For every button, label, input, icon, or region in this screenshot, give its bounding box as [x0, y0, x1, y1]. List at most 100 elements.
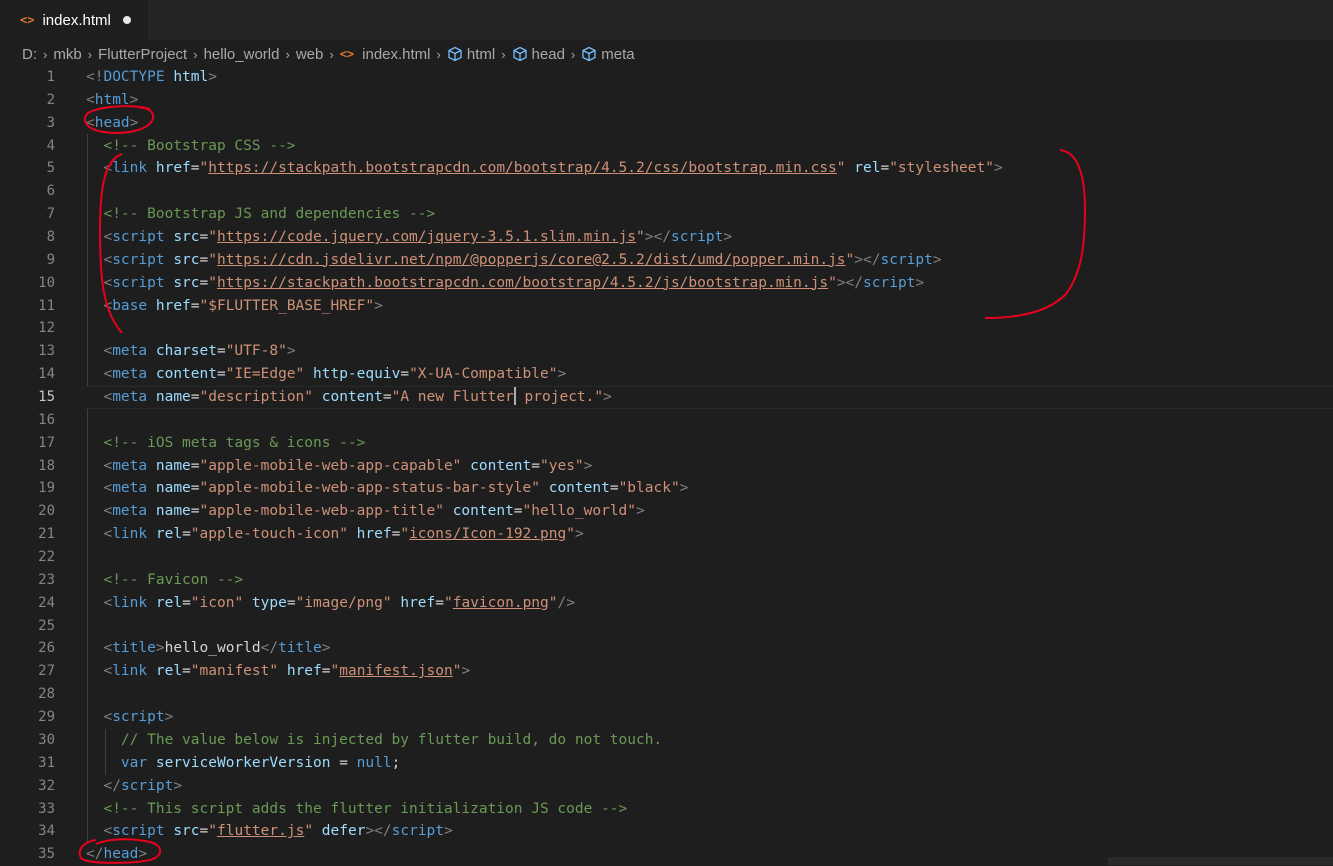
- line-number[interactable]: 4: [0, 135, 70, 158]
- horizontal-scrollbar[interactable]: [1108, 857, 1333, 865]
- line-number[interactable]: 12: [0, 317, 70, 340]
- line-number[interactable]: 14: [0, 363, 70, 386]
- line-number[interactable]: 23: [0, 569, 70, 592]
- breadcrumb-item-hello-world[interactable]: hello_world: [204, 46, 280, 63]
- code-line[interactable]: <script src="https://code.jquery.com/jqu…: [86, 226, 1333, 249]
- breadcrumb-item-mkb[interactable]: mkb: [53, 46, 81, 63]
- code-line[interactable]: <script>: [86, 706, 1333, 729]
- code-line[interactable]: // The value below is injected by flutte…: [86, 729, 1333, 752]
- tab-index-html[interactable]: <> index.html: [0, 0, 148, 40]
- attr-token: name: [155, 389, 191, 406]
- breadcrumb-item-meta[interactable]: meta: [601, 46, 634, 63]
- line-number[interactable]: 5: [0, 157, 70, 180]
- punct-token: >: [173, 777, 183, 794]
- link-token[interactable]: icons/Icon-192.png: [409, 526, 566, 542]
- code-line[interactable]: <link rel="apple-touch-icon" href="icons…: [86, 523, 1333, 546]
- line-number[interactable]: 33: [0, 798, 70, 821]
- code-line[interactable]: <meta name="apple-mobile-web-app-capable…: [86, 455, 1333, 478]
- breadcrumb-item-html[interactable]: html: [467, 46, 495, 63]
- line-number[interactable]: 20: [0, 500, 70, 523]
- code-line[interactable]: <!DOCTYPE html>: [86, 66, 1333, 89]
- line-number[interactable]: 13: [0, 340, 70, 363]
- link-token[interactable]: favicon.png: [453, 595, 549, 611]
- code-line[interactable]: <meta content="IE=Edge" http-equiv="X-UA…: [86, 363, 1333, 386]
- line-number[interactable]: 35: [0, 843, 70, 866]
- text-token: =: [435, 594, 444, 611]
- breadcrumb-item-drive[interactable]: D:: [22, 46, 37, 63]
- code-line[interactable]: [86, 409, 1333, 432]
- code-line[interactable]: <script src="flutter.js" defer></script>: [86, 820, 1333, 843]
- line-number[interactable]: 21: [0, 523, 70, 546]
- code-line[interactable]: var serviceWorkerVersion = null;: [86, 752, 1333, 775]
- line-number[interactable]: 7: [0, 203, 70, 226]
- unsaved-dot-icon[interactable]: [122, 16, 131, 24]
- code-line[interactable]: [86, 683, 1333, 706]
- line-number[interactable]: 22: [0, 546, 70, 569]
- line-number[interactable]: 18: [0, 455, 70, 478]
- line-number[interactable]: 15: [0, 386, 70, 409]
- code-line[interactable]: <!-- Bootstrap JS and dependencies -->: [86, 203, 1333, 226]
- code-line[interactable]: <base href="$FLUTTER_BASE_HREF">: [86, 295, 1333, 318]
- line-number[interactable]: 3: [0, 112, 70, 135]
- line-number[interactable]: 26: [0, 637, 70, 660]
- line-number[interactable]: 28: [0, 683, 70, 706]
- code-line[interactable]: <link rel="icon" type="image/png" href="…: [86, 592, 1333, 615]
- line-number[interactable]: 2: [0, 89, 70, 112]
- code-line[interactable]: <html>: [86, 89, 1333, 112]
- line-number[interactable]: 34: [0, 820, 70, 843]
- line-number[interactable]: 27: [0, 660, 70, 683]
- link-token[interactable]: manifest.json: [339, 663, 453, 679]
- breadcrumb-item-head[interactable]: head: [532, 46, 565, 63]
- line-number[interactable]: 19: [0, 477, 70, 500]
- code-line[interactable]: [86, 615, 1333, 638]
- link-token[interactable]: flutter.js: [217, 823, 304, 839]
- code-line[interactable]: <script src="https://cdn.jsdelivr.net/np…: [86, 249, 1333, 272]
- line-number[interactable]: 25: [0, 615, 70, 638]
- line-number[interactable]: 31: [0, 752, 70, 775]
- breadcrumb-item-index-html[interactable]: index.html: [362, 46, 430, 63]
- code-line[interactable]: <link rel="manifest" href="manifest.json…: [86, 660, 1333, 683]
- punct-token: >: [208, 69, 217, 85]
- code-line[interactable]: <head>: [86, 112, 1333, 135]
- code-line[interactable]: [86, 317, 1333, 340]
- code-line[interactable]: <!-- iOS meta tags & icons -->: [86, 432, 1333, 455]
- code-text-area[interactable]: <!DOCTYPE html> <html> <head> <!-- Bootstr…: [84, 66, 1333, 866]
- line-number[interactable]: 32: [0, 775, 70, 798]
- breadcrumb-item-flutterproject[interactable]: FlutterProject: [98, 46, 187, 63]
- code-line[interactable]: <meta name="apple-mobile-web-app-title" …: [86, 500, 1333, 523]
- code-line[interactable]: <meta name="apple-mobile-web-app-status-…: [86, 477, 1333, 500]
- code-editor[interactable]: 1 2 3 4 5 6 7 8 9 10 11 12 13 14 15 16 17 18 19 20 21 22 23 24 2…: [0, 66, 1333, 865]
- link-token[interactable]: https://stackpath.bootstrapcdn.com/boots…: [217, 275, 828, 291]
- breadcrumb-item-web[interactable]: web: [296, 46, 324, 63]
- line-number[interactable]: 10: [0, 272, 70, 295]
- line-number[interactable]: 1: [0, 66, 70, 89]
- line-number[interactable]: 9: [0, 249, 70, 272]
- code-line[interactable]: <meta name="description" content="A new …: [84, 386, 1333, 409]
- string-token: "IE=Edge": [225, 366, 305, 383]
- code-line[interactable]: <link href="https://stackpath.bootstrapc…: [86, 157, 1333, 180]
- code-line[interactable]: <script src="https://stackpath.bootstrap…: [86, 272, 1333, 295]
- line-number[interactable]: 11: [0, 295, 70, 318]
- code-line[interactable]: [86, 180, 1333, 203]
- string-token: "UTF-8": [225, 343, 287, 360]
- punct-token: >: [636, 503, 645, 520]
- code-line[interactable]: <!-- Bootstrap CSS -->: [86, 135, 1333, 158]
- line-number-gutter[interactable]: 1 2 3 4 5 6 7 8 9 10 11 12 13 14 15 16 17 18 19 20 21 22 23 24 2…: [0, 66, 70, 866]
- link-token[interactable]: https://cdn.jsdelivr.net/npm/@popperjs/c…: [217, 252, 846, 268]
- link-token[interactable]: https://code.jquery.com/jquery-3.5.1.sli…: [217, 229, 636, 245]
- code-line[interactable]: <!-- Favicon -->: [86, 569, 1333, 592]
- code-line[interactable]: </script>: [86, 775, 1333, 798]
- line-number[interactable]: 24: [0, 592, 70, 615]
- line-number[interactable]: 16: [0, 409, 70, 432]
- line-number[interactable]: 6: [0, 180, 70, 203]
- code-line[interactable]: <!-- This script adds the flutter initia…: [86, 798, 1333, 821]
- code-line[interactable]: <meta charset="UTF-8">: [86, 340, 1333, 363]
- link-token[interactable]: https://stackpath.bootstrapcdn.com/boots…: [208, 160, 837, 176]
- code-line[interactable]: <title>hello_world</title>: [86, 637, 1333, 660]
- line-number[interactable]: 29: [0, 706, 70, 729]
- line-number[interactable]: 30: [0, 729, 70, 752]
- line-number[interactable]: 8: [0, 226, 70, 249]
- line-number[interactable]: 17: [0, 432, 70, 455]
- code-line[interactable]: [86, 546, 1333, 569]
